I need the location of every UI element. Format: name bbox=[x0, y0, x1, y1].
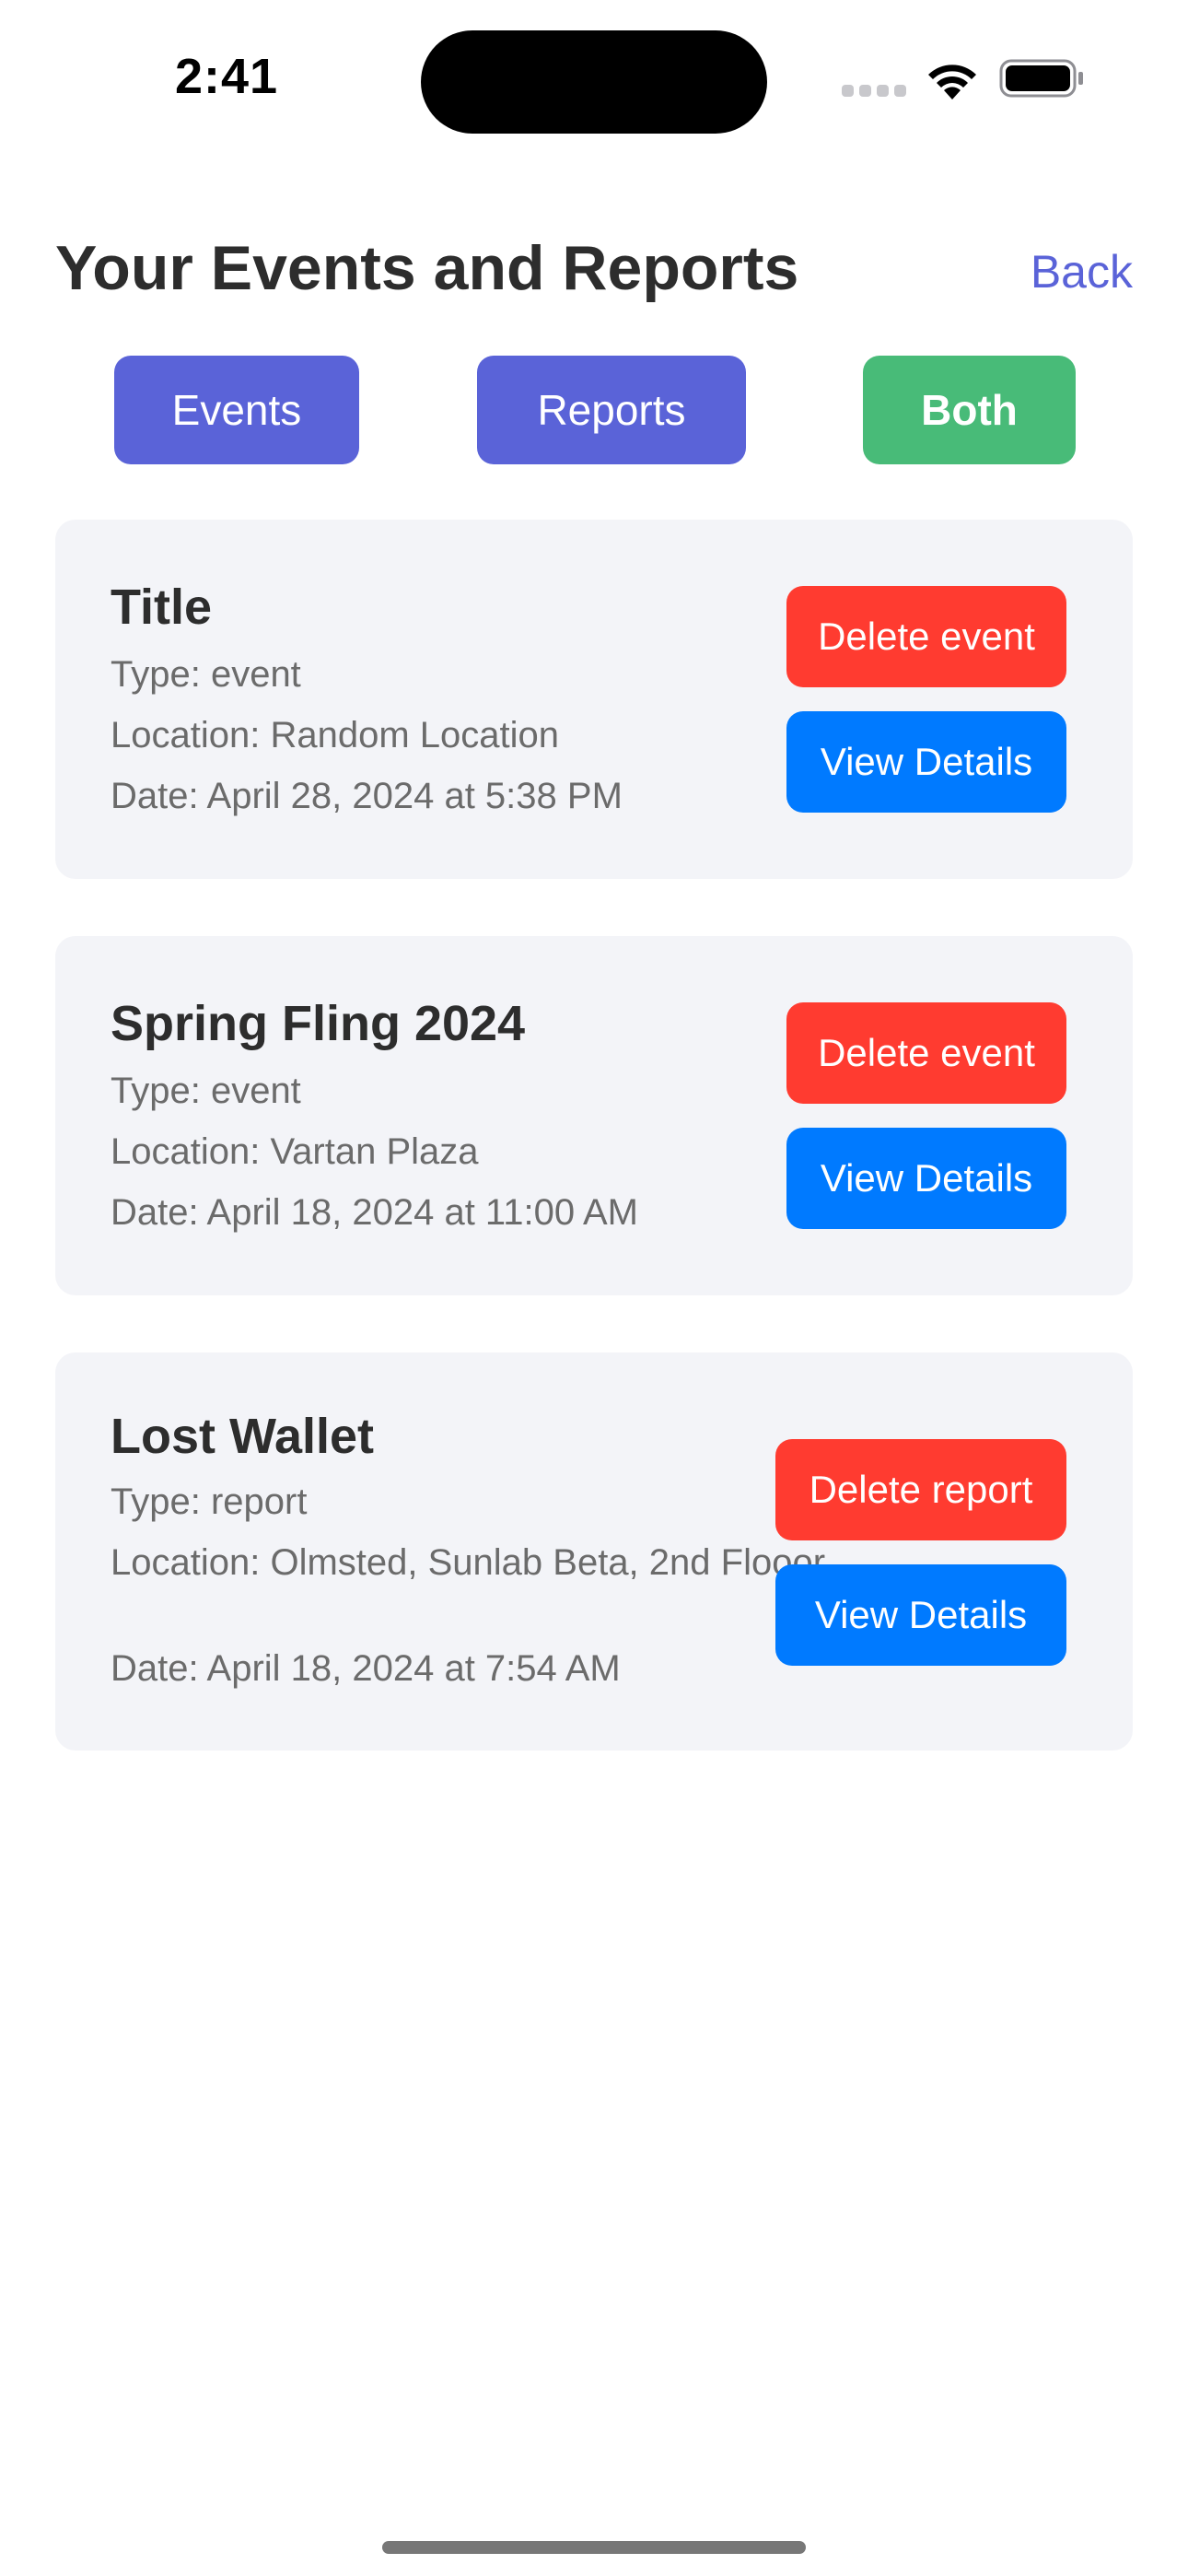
item-date: Date: April 28, 2024 at 5:38 PM bbox=[111, 776, 623, 816]
wifi-icon bbox=[928, 64, 976, 100]
cellular-signal-icon bbox=[842, 85, 906, 97]
dynamic-island bbox=[421, 30, 767, 134]
item-title: Title bbox=[111, 580, 213, 635]
item-date: Date: April 18, 2024 at 11:00 AM bbox=[111, 1192, 638, 1233]
item-location: Location: Random Location bbox=[111, 715, 559, 755]
view-details-button[interactable]: View Details bbox=[775, 1564, 1066, 1666]
view-details-button[interactable]: View Details bbox=[786, 711, 1066, 813]
item-title: Lost Wallet bbox=[111, 1409, 375, 1464]
page-title: Your Events and Reports bbox=[55, 233, 799, 303]
home-indicator[interactable] bbox=[382, 2541, 806, 2554]
battery-icon bbox=[999, 59, 1083, 98]
item-type: Type: event bbox=[111, 1071, 301, 1111]
list-item: Lost Wallet Type: report Location: Olmst… bbox=[55, 1352, 1133, 1751]
list-item: Spring Fling 2024 Type: event Location: … bbox=[55, 936, 1133, 1295]
status-time: 2:41 bbox=[175, 49, 279, 104]
list-item: Title Type: event Location: Random Locat… bbox=[55, 520, 1133, 879]
filter-events-button[interactable]: Events bbox=[114, 356, 359, 464]
item-type: Type: event bbox=[111, 654, 301, 695]
view-details-button[interactable]: View Details bbox=[786, 1128, 1066, 1229]
item-title: Spring Fling 2024 bbox=[111, 996, 526, 1051]
filter-both-button[interactable]: Both bbox=[863, 356, 1076, 464]
delete-button[interactable]: Delete report bbox=[775, 1439, 1066, 1540]
item-date: Date: April 18, 2024 at 7:54 AM bbox=[111, 1648, 621, 1689]
item-location: Location: Olmsted, Sunlab Beta, 2nd Floo… bbox=[111, 1542, 826, 1583]
item-type: Type: report bbox=[111, 1481, 308, 1522]
delete-button[interactable]: Delete event bbox=[786, 586, 1066, 687]
delete-button[interactable]: Delete event bbox=[786, 1002, 1066, 1104]
back-link[interactable]: Back bbox=[1031, 245, 1133, 299]
status-bar: 2:41 bbox=[0, 0, 1188, 157]
filter-reports-button[interactable]: Reports bbox=[477, 356, 746, 464]
item-location: Location: Vartan Plaza bbox=[111, 1131, 479, 1172]
